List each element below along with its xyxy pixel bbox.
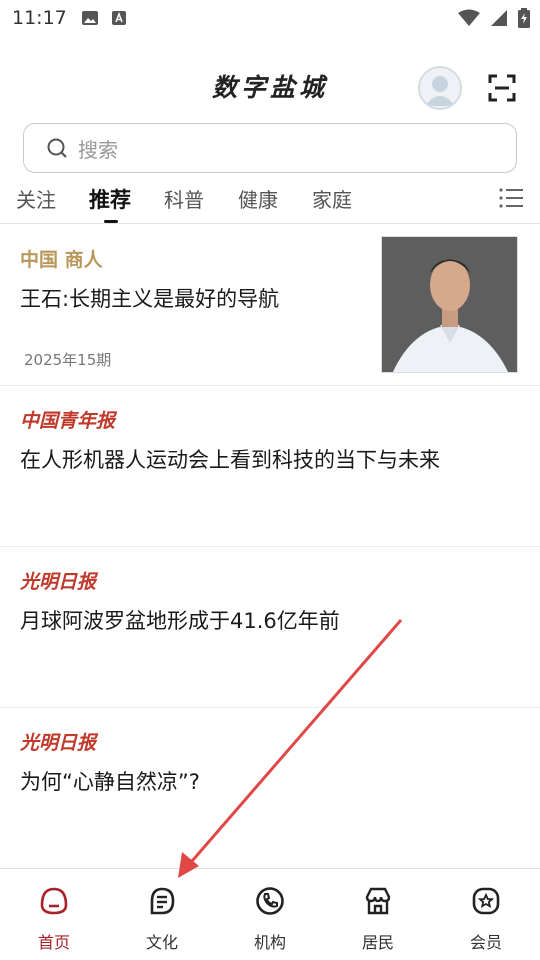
tab-recommend[interactable]: 推荐 xyxy=(89,184,131,214)
article-title: 王石:长期主义是最好的导航 xyxy=(20,287,280,311)
text-notification-icon xyxy=(111,11,126,25)
category-tabs: 关注 推荐 科普 健康 家庭 xyxy=(0,180,540,224)
article-item[interactable]: 光明日报 月球阿波罗盆地形成于41.6亿年前 xyxy=(0,547,540,708)
home-icon xyxy=(40,887,68,915)
app-header: 数字盐城 xyxy=(0,60,540,116)
article-title: 为何“心静自然凉”? xyxy=(20,770,200,794)
status-bar: 11:17 xyxy=(0,0,540,36)
article-title: 在人形机器人运动会上看到科技的当下与未来 xyxy=(20,448,440,472)
avatar[interactable] xyxy=(418,66,462,110)
nav-institution[interactable]: 机构 xyxy=(216,869,324,960)
article-source: 中国青年报 xyxy=(20,410,116,432)
user-avatar-icon xyxy=(425,76,455,106)
article-issue: 2025年15期 xyxy=(24,351,112,369)
image-notification-icon xyxy=(81,11,98,25)
portrait-image xyxy=(382,237,517,372)
status-system-icons xyxy=(458,8,530,28)
signal-icon xyxy=(491,10,507,26)
tab-family[interactable]: 家庭 xyxy=(312,184,352,213)
tab-science[interactable]: 科普 xyxy=(164,184,204,213)
article-source: 中国 商人 xyxy=(20,249,103,271)
nav-home[interactable]: 首页 xyxy=(0,869,108,960)
shop-icon xyxy=(365,887,391,915)
phone-icon xyxy=(256,887,284,915)
active-tab-indicator xyxy=(104,220,118,223)
article-item[interactable]: 光明日报 为何“心静自然凉”? xyxy=(0,708,540,868)
search-placeholder: 搜索 xyxy=(78,137,118,162)
nav-label: 居民 xyxy=(361,933,394,952)
document-icon xyxy=(150,887,175,915)
wifi-icon xyxy=(458,9,480,26)
nav-label: 会员 xyxy=(469,933,502,952)
nav-label: 文化 xyxy=(145,933,178,952)
scan-icon[interactable] xyxy=(486,72,518,104)
nav-residents[interactable]: 居民 xyxy=(324,869,432,960)
bottom-navigation: 首页 文化 机构 居民 会员 xyxy=(0,868,540,960)
search-icon xyxy=(47,138,67,158)
nav-member[interactable]: 会员 xyxy=(432,869,540,960)
nav-label: 机构 xyxy=(253,933,286,952)
member-star-icon xyxy=(472,887,500,915)
tab-health[interactable]: 健康 xyxy=(238,184,278,213)
article-thumbnail[interactable] xyxy=(381,236,518,373)
status-time: 11:17 xyxy=(12,7,67,29)
article-title: 月球阿波罗盆地形成于41.6亿年前 xyxy=(20,609,340,633)
article-item[interactable]: 中国青年报 在人形机器人运动会上看到科技的当下与未来 xyxy=(0,386,540,547)
nav-label: 首页 xyxy=(37,933,70,952)
status-notification-icons xyxy=(81,10,127,26)
channel-menu-icon[interactable] xyxy=(498,186,524,210)
article-source: 光明日报 xyxy=(20,732,97,754)
battery-icon xyxy=(518,8,530,28)
search-input[interactable]: 搜索 xyxy=(23,123,517,173)
nav-culture[interactable]: 文化 xyxy=(108,869,216,960)
tab-follow[interactable]: 关注 xyxy=(16,184,56,213)
article-source: 光明日报 xyxy=(20,571,97,593)
